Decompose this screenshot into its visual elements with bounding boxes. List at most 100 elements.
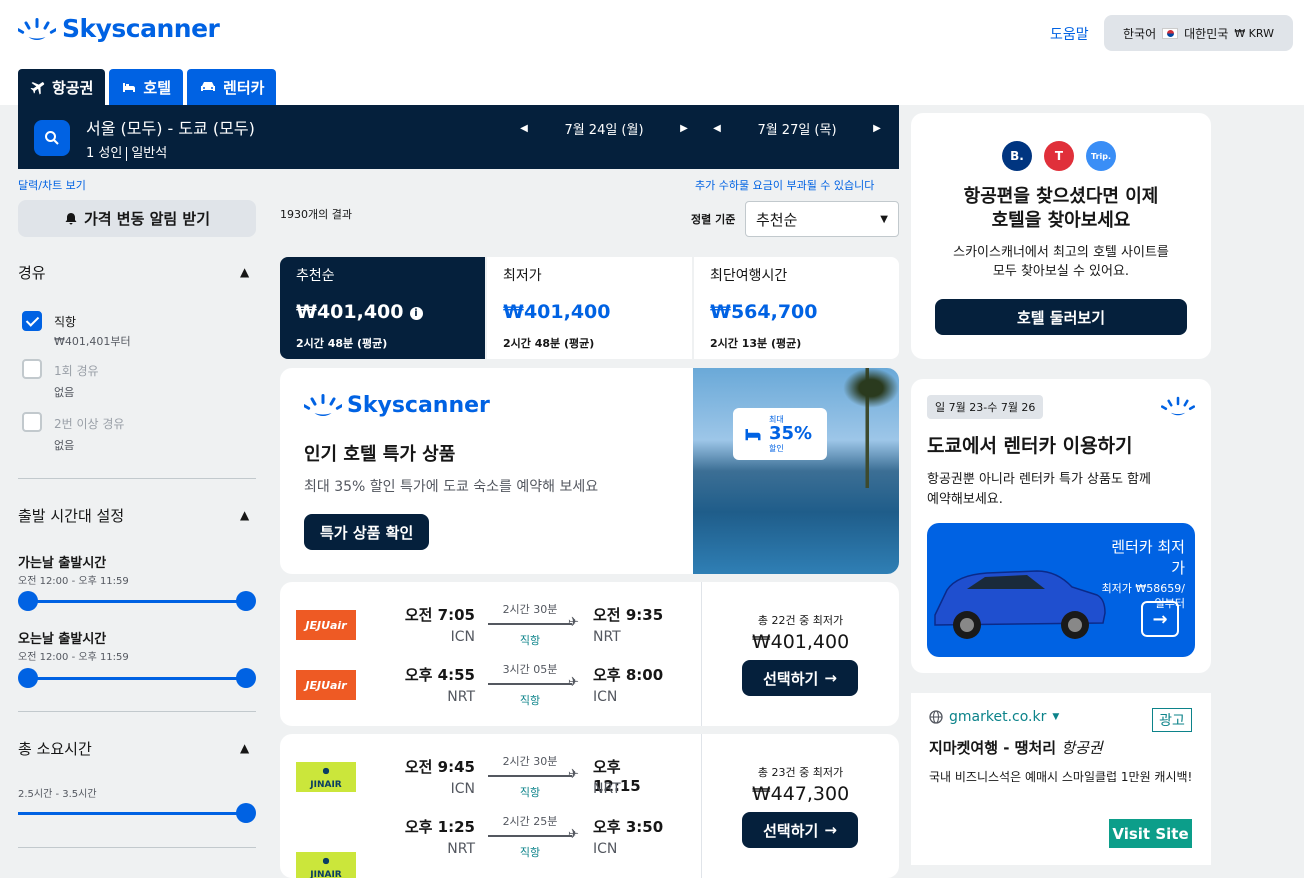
return-time-label: 오는날 출발시간 bbox=[18, 632, 107, 647]
stops-one-checkbox[interactable] bbox=[22, 359, 42, 379]
caret-down-icon: ▼ bbox=[1052, 712, 1060, 722]
promo-brand: Skyscanner bbox=[347, 392, 490, 418]
flight-result-card[interactable]: JINAIR 오전 9:45 ICN 2시간 30분 ✈ 직항 오후 12:15… bbox=[280, 734, 899, 878]
tab-car-hire[interactable]: 렌터카 bbox=[187, 69, 277, 105]
tab-hotels[interactable]: 호텔 bbox=[109, 69, 184, 105]
slider-handle-max[interactable] bbox=[236, 803, 256, 823]
hotel-card-text-line2: 모두 찾아보실 수 있어요. bbox=[992, 264, 1130, 279]
ad-site-link[interactable]: gmarket.co.kr ▼ bbox=[929, 709, 1059, 725]
tab-flights[interactable]: 항공권 bbox=[18, 69, 106, 105]
outbound-time-slider[interactable] bbox=[18, 591, 256, 611]
search-icon bbox=[45, 131, 59, 145]
help-link[interactable]: 도움말 bbox=[1050, 24, 1089, 44]
korea-flag-icon bbox=[1162, 27, 1179, 39]
price-alert-label: 가격 변동 알림 받기 bbox=[83, 210, 211, 228]
baggage-fees-link[interactable]: 추가 수하물 요금이 부과될 수 있습니다 bbox=[695, 177, 874, 193]
plane-icon: ✈ bbox=[568, 675, 579, 690]
chevron-up-icon[interactable]: ▲ bbox=[240, 508, 249, 522]
hotel-partner-logos: B. T Trip. bbox=[1002, 141, 1116, 171]
slider-handle-max[interactable] bbox=[236, 668, 256, 688]
flight-line bbox=[488, 623, 572, 625]
ad-title-em: 항공권 bbox=[1061, 739, 1103, 757]
promo-title: 인기 호텔 특가 상품 bbox=[304, 444, 456, 465]
slider-handle-min[interactable] bbox=[18, 591, 38, 611]
search-button[interactable] bbox=[34, 120, 70, 156]
tab-label: 항공권 bbox=[52, 78, 94, 97]
divider bbox=[18, 847, 256, 848]
visit-site-button[interactable]: Visit Site bbox=[1109, 819, 1192, 848]
arrive-airport: ICN bbox=[593, 689, 618, 705]
globe-icon bbox=[929, 710, 943, 724]
stops-filter-title[interactable]: 경유 bbox=[18, 262, 46, 283]
arrive-time: 오후 3:50 bbox=[593, 818, 664, 836]
ad-title[interactable]: 지마켓여행 - 땡처리 항공권 bbox=[929, 737, 1103, 758]
sunrise-logo-icon bbox=[18, 17, 56, 40]
depart-airport: ICN bbox=[450, 629, 475, 645]
departure-filter-title[interactable]: 출발 시간대 설정 bbox=[18, 505, 124, 526]
prev-day-icon[interactable]: ◀ bbox=[707, 123, 727, 134]
outbound-time-range: 오전 12:00 - 오후 11:59 bbox=[18, 576, 129, 587]
jejuair-logo: JEJUair bbox=[296, 670, 356, 700]
booking-logo: B. bbox=[1002, 141, 1032, 171]
jejuair-logo: JEJUair bbox=[296, 610, 356, 640]
skyscanner-logo[interactable]: Skyscanner bbox=[18, 14, 220, 43]
ad-site-name: gmarket.co.kr bbox=[949, 709, 1047, 725]
search-summary-bar[interactable]: 서울 (모두) - 도쿄 (모두) 1 성인 일반석 ◀ 7월 24일 (월) ▶… bbox=[18, 105, 899, 169]
depart-date[interactable]: 7월 24일 (월) bbox=[534, 119, 674, 138]
locale-button[interactable]: 한국어 대한민국 ₩ KRW bbox=[1104, 15, 1293, 51]
sort-tab-duration: 2시간 48분 (평균) bbox=[503, 337, 595, 350]
car-card-title: 도쿄에서 렌터카 이용하기 bbox=[927, 435, 1133, 457]
flight-line bbox=[488, 835, 572, 837]
info-icon[interactable]: i bbox=[409, 307, 423, 320]
promo-logo: Skyscanner bbox=[304, 392, 490, 418]
deals-count: 총 22건 중 최저가 bbox=[757, 614, 844, 627]
stops-direct-checkbox[interactable] bbox=[22, 311, 42, 331]
chevron-up-icon[interactable]: ▲ bbox=[240, 265, 249, 279]
language-label: 한국어 bbox=[1123, 26, 1157, 41]
stops-two-plus-checkbox[interactable] bbox=[22, 412, 42, 432]
flight-result-card[interactable]: JEJUair 오전 7:05 ICN 2시간 30분 ✈ 직항 오전 9:35… bbox=[280, 582, 899, 726]
arrive-airport: NRT bbox=[593, 629, 621, 645]
duration-slider[interactable] bbox=[18, 803, 256, 823]
chevron-up-icon[interactable]: ▲ bbox=[240, 741, 249, 755]
sort-tab-fastest[interactable]: 최단여행시간 ₩564,700 2시간 13분 (평균) bbox=[694, 257, 899, 359]
top-bar: Skyscanner 도움말 한국어 대한민국 ₩ KRW 항공권 호텔 렌터카 bbox=[0, 0, 1304, 105]
slider-handle-min[interactable] bbox=[18, 668, 38, 688]
flight-stops: 직항 bbox=[519, 634, 541, 647]
discount-badge: 최대 35% 할인 bbox=[733, 408, 827, 460]
slider-handle-max[interactable] bbox=[236, 591, 256, 611]
sort-select[interactable]: 추천순 ▼ bbox=[745, 201, 899, 237]
select-flight-button[interactable]: 선택하기 → bbox=[742, 812, 858, 848]
arrive-airport: ICN bbox=[593, 841, 618, 857]
plane-icon bbox=[30, 82, 45, 95]
ad-description: 국내 비즈니스석은 예매시 스마일클럽 1만원 캐시백! bbox=[929, 770, 1193, 784]
car-deal-box[interactable]: 렌터카 최저 가 최저가 ₩58659/ 일부터 → bbox=[927, 523, 1195, 657]
select-flight-button[interactable]: 선택하기 → bbox=[742, 660, 858, 696]
next-day-icon[interactable]: ▶ bbox=[674, 123, 694, 134]
trip-logo: Trip. bbox=[1086, 141, 1116, 171]
price-alert-button[interactable]: 가격 변동 알림 받기 bbox=[18, 200, 256, 237]
duration-filter-title[interactable]: 총 소요시간 bbox=[18, 738, 92, 759]
plane-icon: ✈ bbox=[568, 827, 579, 842]
browse-hotels-button[interactable]: 호텔 둘러보기 bbox=[935, 299, 1187, 335]
return-time-slider[interactable] bbox=[18, 668, 256, 688]
return-date[interactable]: 7월 27일 (목) bbox=[727, 119, 867, 138]
sort-tab-duration: 2시간 13분 (평균) bbox=[710, 337, 802, 350]
depart-time: 오전 9:45 bbox=[404, 758, 475, 776]
car-box-title-line1: 렌터카 최저 bbox=[1111, 538, 1185, 556]
next-day-icon[interactable]: ▶ bbox=[867, 123, 887, 134]
depart-time: 오후 4:55 bbox=[404, 666, 475, 684]
calendar-chart-link[interactable]: 달력/차트 보기 bbox=[18, 177, 86, 193]
sort-tab-best[interactable]: 추천순 ₩401,400 i 2시간 48분 (평균) bbox=[280, 257, 485, 359]
bed-icon bbox=[745, 429, 761, 441]
sort-tab-price: ₩564,700 bbox=[710, 301, 818, 323]
passenger-summary: 1 성인 일반석 bbox=[86, 142, 167, 161]
prev-day-icon[interactable]: ◀ bbox=[514, 123, 534, 134]
outbound-time-label: 가는날 출발시간 bbox=[18, 556, 107, 571]
sort-tab-cheapest[interactable]: 최저가 ₩401,400 2시간 48분 (평균) bbox=[487, 257, 692, 359]
arrow-right-icon: → bbox=[824, 669, 837, 687]
sponsored-ad-card[interactable]: gmarket.co.kr ▼ 광고 지마켓여행 - 땡처리 항공권 국내 비즈… bbox=[911, 693, 1211, 865]
view-deals-button[interactable]: 특가 상품 확인 bbox=[304, 514, 430, 550]
hotels-logo: T bbox=[1044, 141, 1074, 171]
car-deal-arrow-button[interactable]: → bbox=[1141, 601, 1179, 637]
